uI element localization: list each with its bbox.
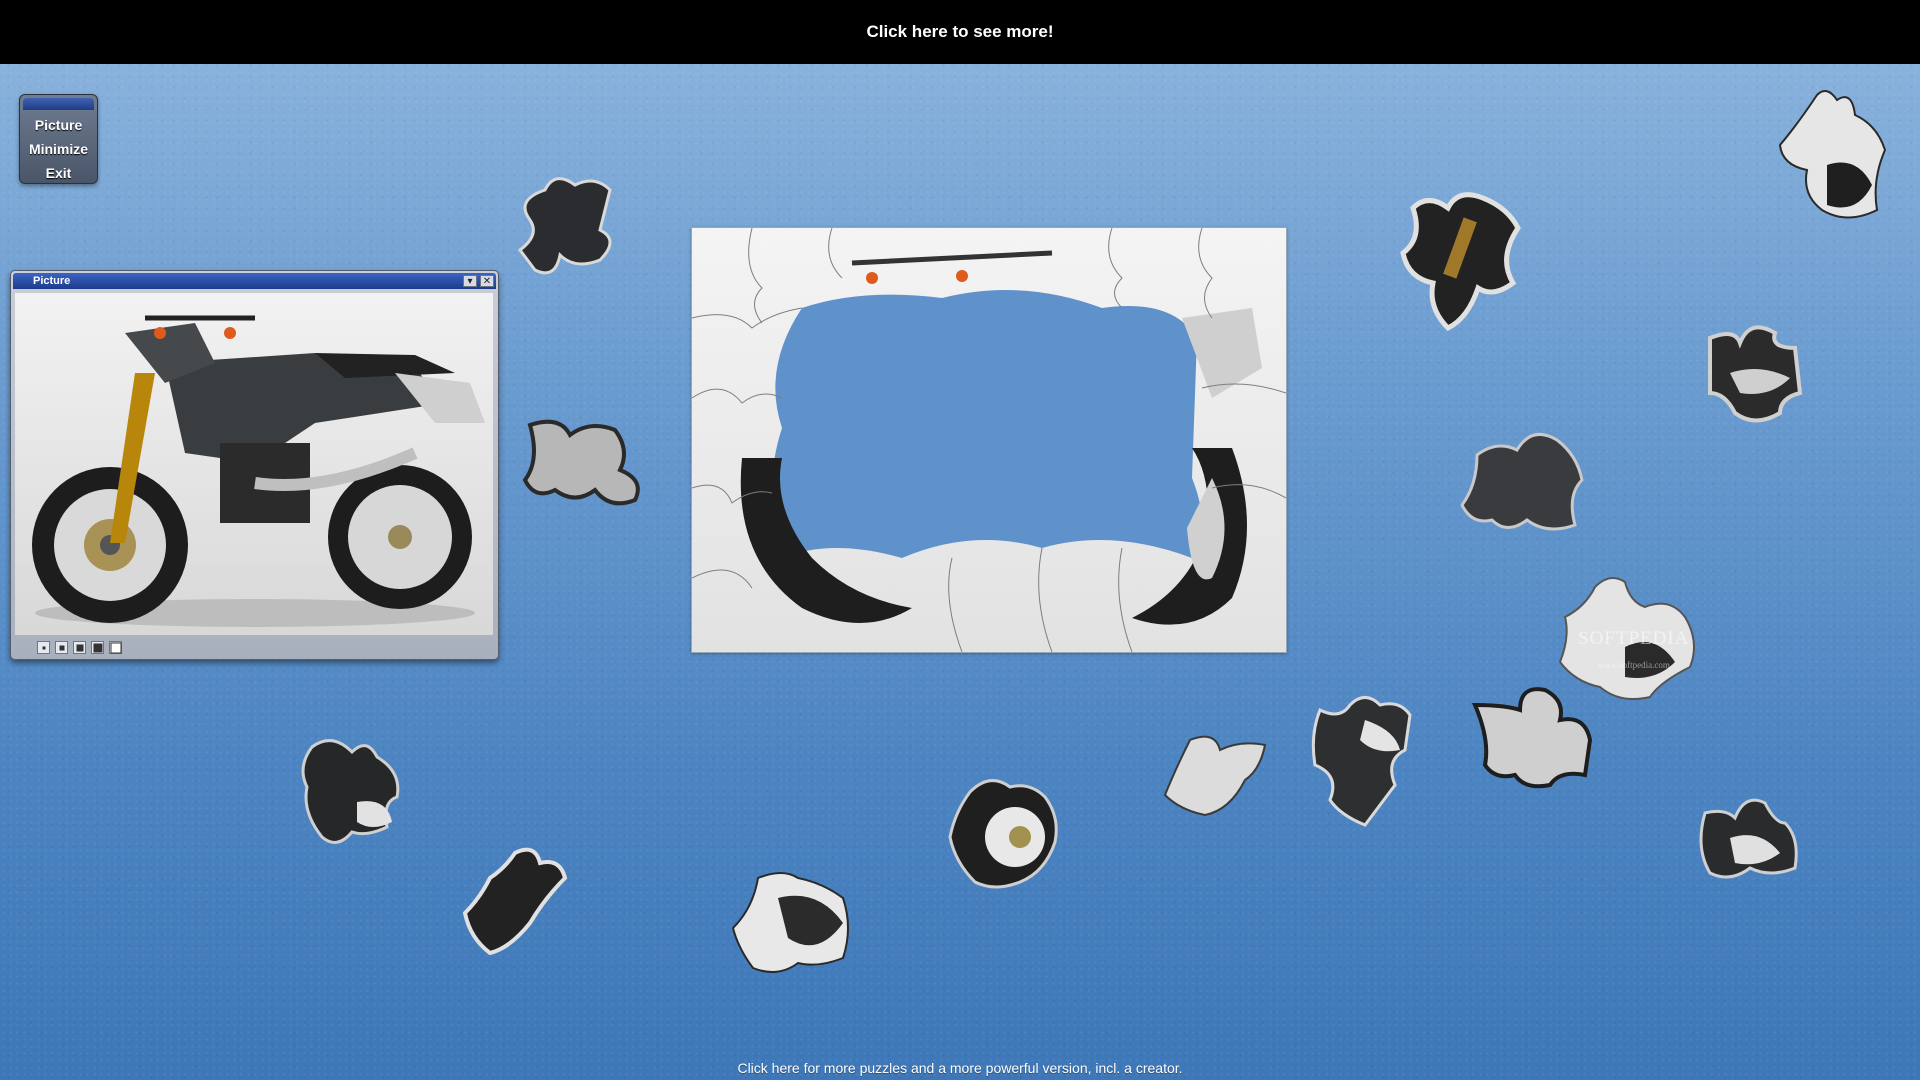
- puzzle-piece[interactable]: [520, 415, 650, 510]
- menu-minimize-button[interactable]: Minimize: [20, 137, 97, 161]
- picture-window-titlebar[interactable]: Picture ▾ ✕: [13, 273, 496, 289]
- zoom-5-button[interactable]: [109, 641, 122, 654]
- puzzle-piece[interactable]: [1777, 85, 1887, 225]
- motorcycle-image: [32, 315, 485, 627]
- reference-image: [15, 293, 493, 635]
- picture-window[interactable]: Picture ▾ ✕: [10, 270, 499, 660]
- puzzle-piece[interactable]: [728, 868, 858, 978]
- puzzle-board-art: [692, 228, 1286, 652]
- softpedia-watermark: SOFTPEDIA: [1578, 628, 1690, 649]
- puzzle-piece[interactable]: [1690, 788, 1805, 883]
- puzzle-piece[interactable]: [1305, 690, 1415, 830]
- close-icon[interactable]: ✕: [480, 275, 494, 287]
- puzzle-piece[interactable]: [945, 772, 1065, 892]
- more-puzzles-link[interactable]: Click here for more puzzles and a more p…: [0, 1060, 1920, 1076]
- menu-exit-button[interactable]: Exit: [20, 161, 97, 185]
- softpedia-watermark-url: www.softpedia.com: [1598, 660, 1670, 670]
- puzzle-piece[interactable]: [1398, 188, 1523, 338]
- zoom-1-button[interactable]: [37, 641, 50, 654]
- see-more-banner[interactable]: Click here to see more!: [0, 0, 1920, 64]
- main-menu: Picture Minimize Exit: [19, 94, 98, 184]
- zoom-2-button[interactable]: [55, 641, 68, 654]
- puzzle-piece[interactable]: [515, 170, 625, 290]
- minimize-icon[interactable]: ▾: [463, 275, 477, 287]
- puzzle-board[interactable]: [691, 227, 1287, 653]
- zoom-toolbar: [37, 641, 122, 654]
- puzzle-piece[interactable]: [1160, 730, 1280, 820]
- puzzle-piece[interactable]: [1700, 313, 1810, 428]
- zoom-4-button[interactable]: [91, 641, 104, 654]
- puzzle-piece[interactable]: [1457, 425, 1589, 537]
- banner-text: Click here to see more!: [866, 22, 1054, 41]
- puzzle-piece[interactable]: [460, 843, 570, 958]
- puzzle-piece[interactable]: [297, 732, 407, 850]
- puzzle-piece[interactable]: [1465, 685, 1600, 790]
- zoom-3-button[interactable]: [73, 641, 86, 654]
- picture-window-title: Picture: [33, 275, 71, 287]
- menu-picture-button[interactable]: Picture: [20, 113, 97, 137]
